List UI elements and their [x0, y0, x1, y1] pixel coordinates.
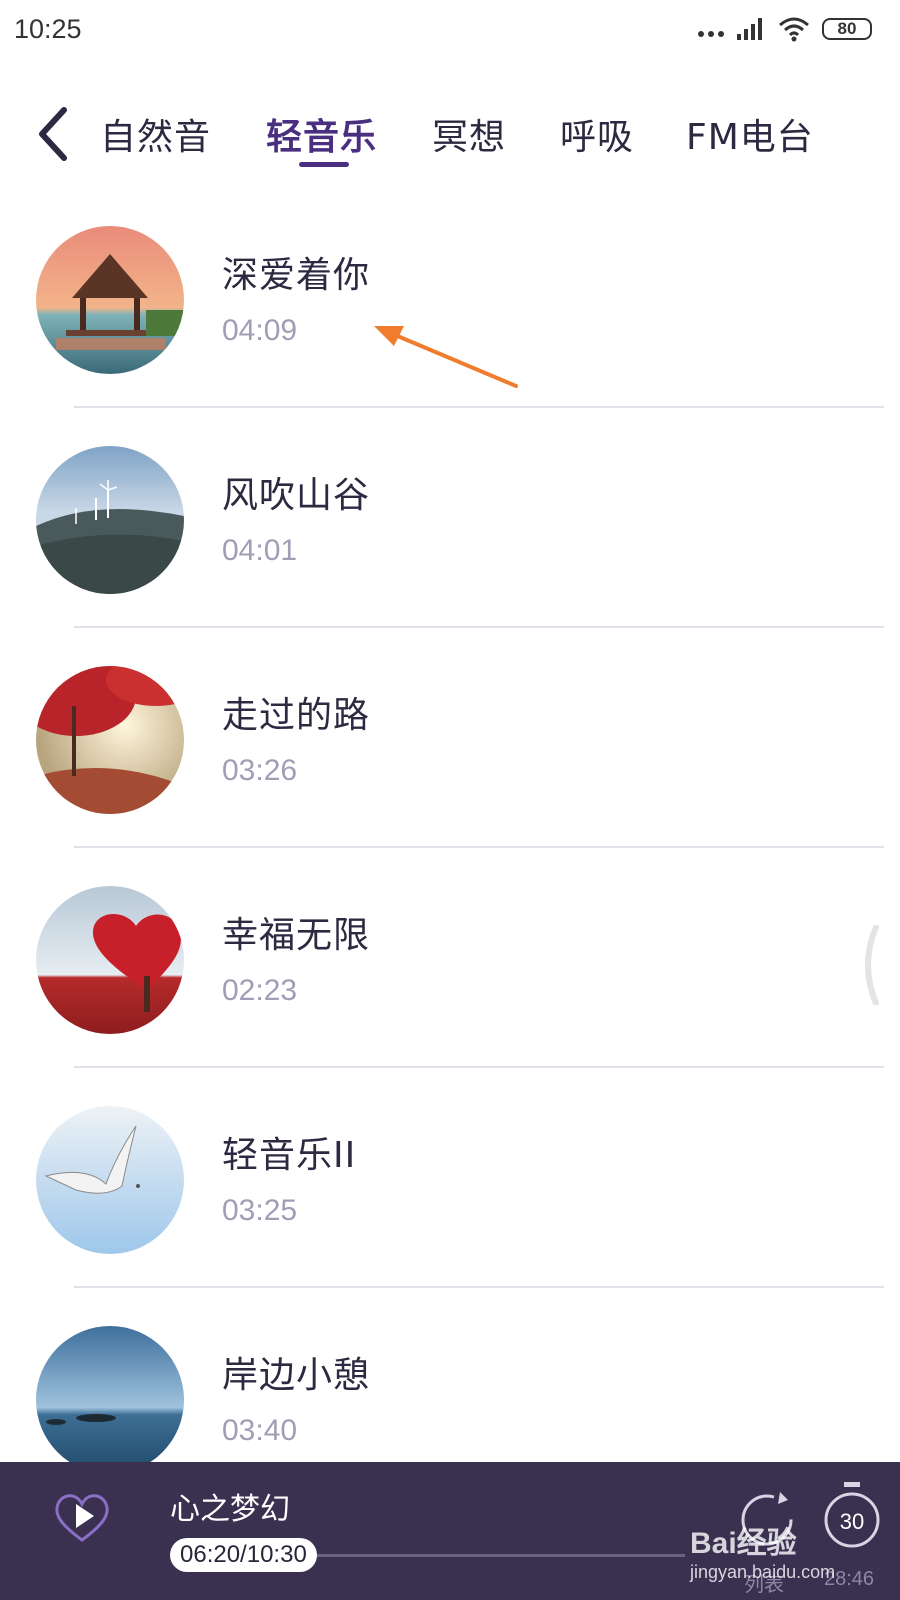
- track-item[interactable]: 走过的路 03:26: [0, 628, 900, 848]
- track-title: 深爱着你: [222, 255, 371, 296]
- track-thumbnail: [36, 886, 184, 1034]
- track-title: 岸边小憩: [222, 1355, 371, 1396]
- watermark-logo: Bai经验: [690, 1527, 797, 1560]
- dots-icon: [698, 21, 724, 37]
- track-thumbnail: [36, 1326, 184, 1474]
- tab-nature-sounds[interactable]: 自然音: [100, 108, 211, 160]
- tab-fm-radio[interactable]: FM电台: [686, 108, 814, 160]
- status-icons: 80: [698, 16, 872, 42]
- tab-breathing[interactable]: 呼吸: [560, 108, 634, 160]
- track-thumbnail: [36, 226, 184, 374]
- track-thumbnail: [36, 1106, 184, 1254]
- track-duration: 03:26: [222, 754, 298, 787]
- track-duration: 02:23: [222, 974, 298, 1007]
- track-item[interactable]: 幸福无限 02:23: [0, 848, 900, 1068]
- active-tab-indicator: [299, 162, 349, 167]
- track-item[interactable]: 轻音乐II 03:25: [0, 1068, 900, 1288]
- annotation-arrow-icon: [374, 326, 518, 388]
- play-icon: [76, 1504, 94, 1528]
- watermark: Bai经验 jingyan.baidu.com: [690, 1518, 890, 1588]
- now-playing-title: 心之梦幻: [170, 1492, 290, 1527]
- scroll-handle[interactable]: [858, 925, 880, 1005]
- track-duration: 04:09: [222, 314, 298, 347]
- track-duration: 03:40: [222, 1414, 298, 1447]
- track-thumbnail: [36, 666, 184, 814]
- track-thumbnail: [36, 446, 184, 594]
- playback-time: 06:20/10:30: [170, 1538, 317, 1572]
- watermark-url: jingyan.baidu.com: [690, 1562, 836, 1582]
- play-button[interactable]: [52, 1486, 112, 1546]
- tabs-scroller[interactable]: 自然音 轻音乐 冥想 呼吸 FM电台: [100, 90, 826, 180]
- status-bar: 10:25 80: [0, 0, 900, 64]
- track-title: 幸福无限: [222, 915, 371, 956]
- track-title: 轻音乐II: [222, 1135, 357, 1176]
- status-time: 10:25: [14, 14, 82, 44]
- track-title: 走过的路: [222, 695, 371, 736]
- signal-icon: [737, 18, 762, 40]
- wifi-icon: [779, 17, 809, 42]
- track-item[interactable]: 风吹山谷 04:01: [0, 408, 900, 628]
- track-duration: 04:01: [222, 534, 298, 567]
- chevron-left-icon: [39, 107, 67, 161]
- track-title: 风吹山谷: [222, 475, 371, 516]
- tab-meditation[interactable]: 冥想: [432, 108, 506, 160]
- track-duration: 03:25: [222, 1194, 298, 1227]
- battery-icon: 80: [822, 18, 872, 40]
- category-tab-bar: 自然音 轻音乐 冥想 呼吸 FM电台: [0, 90, 900, 180]
- back-button[interactable]: [34, 104, 74, 164]
- tab-light-music[interactable]: 轻音乐: [266, 108, 377, 160]
